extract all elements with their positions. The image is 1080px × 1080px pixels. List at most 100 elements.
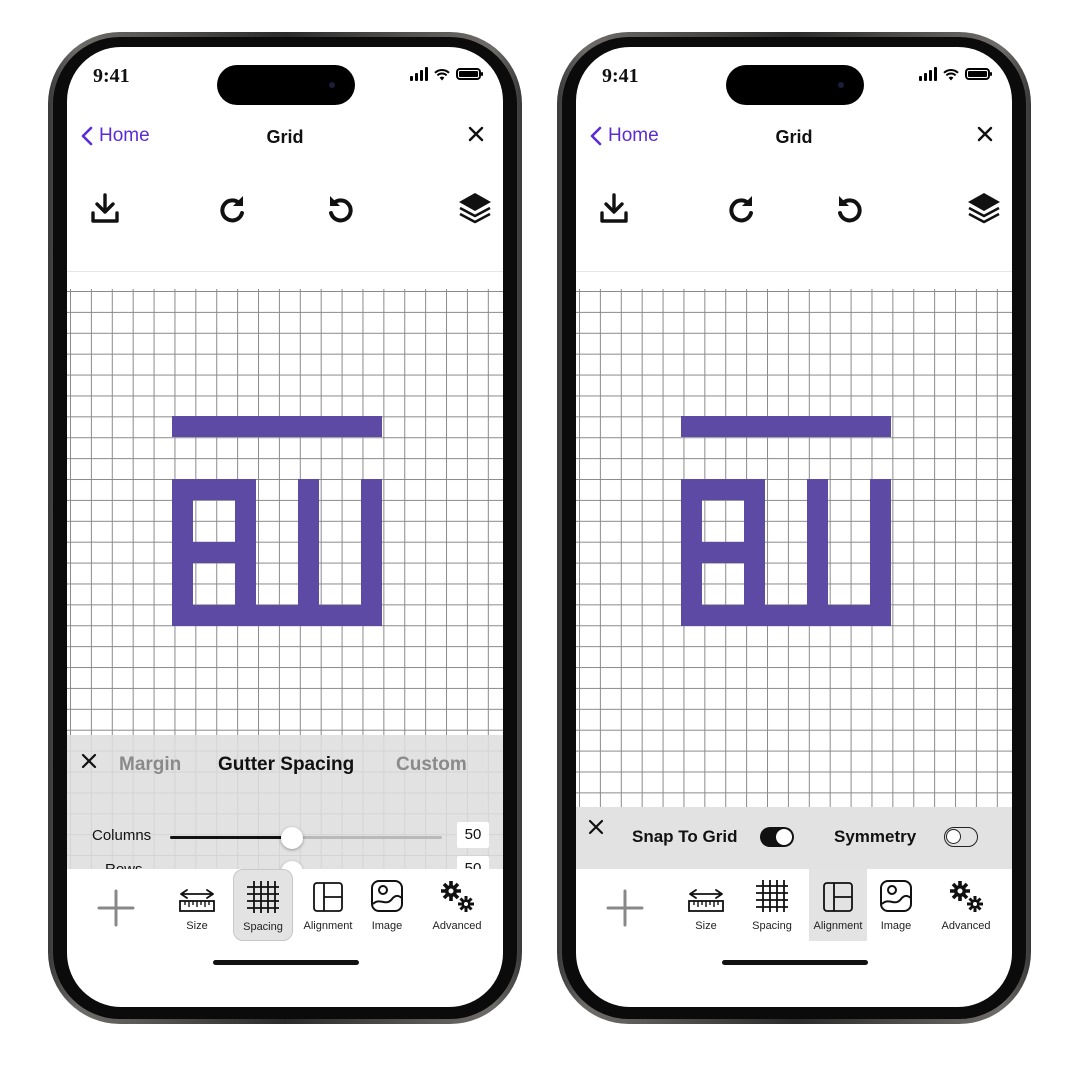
columns-slider[interactable]: [170, 827, 442, 849]
spacing-tabs: Margin Gutter Spacing Custom: [67, 735, 503, 793]
dynamic-island: [726, 65, 864, 105]
redo-button[interactable]: [719, 187, 763, 231]
wifi-icon: [943, 68, 959, 80]
download-icon: [91, 193, 119, 223]
grid-canvas[interactable]: [576, 289, 1012, 879]
tabbar-label-spacing: Spacing: [752, 920, 792, 932]
tabbar-label-alignment: Alignment: [303, 920, 353, 932]
glyph-shape[interactable]: [681, 416, 891, 626]
panel-close-button[interactable]: [588, 819, 604, 840]
tabbar-item-alignment[interactable]: Alignment: [809, 869, 867, 941]
glyph-shape[interactable]: [172, 416, 382, 626]
add-button[interactable]: [97, 889, 135, 932]
close-icon: [81, 753, 97, 769]
nav-bar: Home Grid: [576, 117, 1012, 157]
symmetry-label: Symmetry: [834, 827, 917, 846]
layout-icon: [313, 882, 343, 912]
grid-icon: [247, 881, 279, 913]
undo-icon: [329, 196, 353, 223]
columns-slider-thumb[interactable]: [281, 827, 303, 849]
columns-row: Columns 50: [67, 820, 503, 854]
screen-left: 9:41 Home Grid Margin Gutter Spacing Cus…: [67, 47, 503, 1007]
bottom-tabbar: Size Spacing Alignment Image Advanced: [67, 869, 503, 949]
toolbar-divider: [67, 271, 503, 272]
battery-icon: [456, 68, 483, 80]
columns-value[interactable]: 50: [457, 822, 489, 848]
layers-icon: [968, 193, 1000, 224]
dynamic-island: [217, 65, 355, 105]
layout-icon: [823, 882, 853, 912]
layers-button[interactable]: [962, 187, 1006, 231]
tabbar-label-alignment: Alignment: [813, 920, 863, 932]
redo-button[interactable]: [210, 187, 254, 231]
page-title: Grid: [266, 127, 304, 147]
tabbar-label-image: Image: [880, 920, 912, 932]
download-button[interactable]: [592, 187, 636, 231]
add-button[interactable]: [606, 889, 644, 932]
status-icons: [919, 67, 992, 81]
download-button[interactable]: [83, 187, 127, 231]
close-button[interactable]: [976, 125, 994, 148]
toolbar-divider: [576, 271, 1012, 272]
tabbar-item-spacing[interactable]: Spacing: [742, 869, 802, 941]
phone-frame-right: 9:41 Home Grid Snap To Grid Symmetry Siz…: [557, 32, 1031, 1024]
battery-icon: [965, 68, 992, 80]
tabbar-label-advanced: Advanced: [432, 920, 482, 932]
toolbar: [576, 187, 1012, 247]
nav-bar: Home Grid: [67, 117, 503, 157]
image-icon: [880, 880, 912, 912]
status-time: 9:41: [602, 65, 639, 87]
redo-icon: [729, 196, 753, 223]
signal-icon: [410, 67, 428, 81]
tab-custom[interactable]: Custom: [396, 754, 467, 776]
symmetry-toggle[interactable]: [944, 827, 978, 847]
snap-to-grid-toggle[interactable]: [760, 827, 794, 847]
panel-close-button[interactable]: [81, 753, 97, 774]
bottom-tabbar: Size Spacing Alignment Image Advanced: [576, 869, 1012, 949]
close-button[interactable]: [467, 125, 485, 148]
tabbar-item-advanced[interactable]: Advanced: [429, 869, 485, 941]
plus-icon: [606, 889, 644, 927]
status-icons: [410, 67, 483, 81]
toolbar: [67, 187, 503, 247]
tabbar-label-image: Image: [371, 920, 403, 932]
close-icon: [977, 126, 993, 142]
gears-icon: [950, 881, 983, 912]
alignment-panel: Snap To Grid Symmetry: [576, 807, 1012, 869]
undo-button[interactable]: [319, 187, 363, 231]
tabbar-label-spacing: Spacing: [243, 921, 283, 933]
phone-frame-left: 9:41 Home Grid Margin Gutter Spacing Cus…: [48, 32, 522, 1024]
spacing-panel: Margin Gutter Spacing Custom Columns 50 …: [67, 735, 503, 883]
tabbar-item-advanced[interactable]: Advanced: [938, 869, 994, 941]
tab-margin[interactable]: Margin: [119, 754, 181, 776]
download-icon: [600, 193, 628, 223]
status-time: 9:41: [93, 65, 130, 87]
image-icon: [371, 880, 403, 912]
tabbar-item-size[interactable]: Size: [680, 869, 732, 941]
signal-icon: [919, 67, 937, 81]
layers-icon: [459, 193, 491, 224]
snap-to-grid-label: Snap To Grid: [632, 827, 738, 846]
redo-icon: [220, 196, 244, 223]
layers-button[interactable]: [453, 187, 497, 231]
page-title: Grid: [775, 127, 813, 147]
tabbar-item-size[interactable]: Size: [171, 869, 223, 941]
tabbar-item-image[interactable]: Image: [365, 869, 409, 941]
undo-button[interactable]: [828, 187, 872, 231]
grid-icon: [756, 880, 788, 912]
tabbar-item-image[interactable]: Image: [874, 869, 918, 941]
home-indicator[interactable]: [722, 960, 868, 965]
close-icon: [468, 126, 484, 142]
tab-gutter-spacing[interactable]: Gutter Spacing: [218, 754, 354, 776]
gears-icon: [441, 881, 474, 912]
ruler-icon: [179, 889, 215, 912]
tabbar-label-advanced: Advanced: [941, 920, 991, 932]
wifi-icon: [434, 68, 450, 80]
tabbar-label-size: Size: [186, 920, 208, 932]
tabbar-item-alignment[interactable]: Alignment: [300, 869, 356, 941]
home-indicator[interactable]: [213, 960, 359, 965]
ruler-icon: [688, 889, 724, 912]
tabbar-item-spacing[interactable]: Spacing: [233, 869, 293, 941]
columns-slider-fill: [170, 836, 292, 839]
close-icon: [588, 819, 604, 835]
